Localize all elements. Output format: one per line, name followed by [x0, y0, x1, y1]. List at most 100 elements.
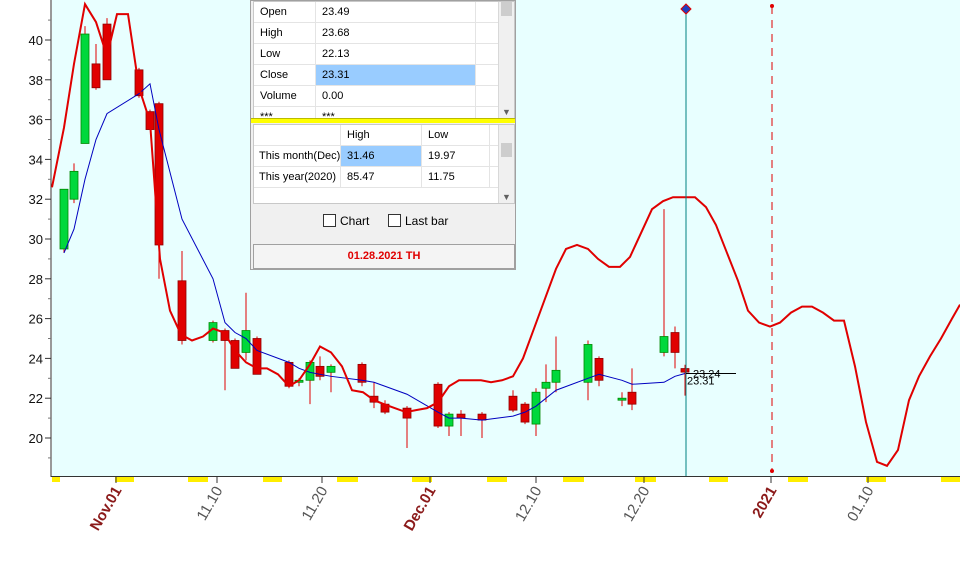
splitter-bar[interactable]: [251, 118, 515, 123]
scroll-thumb[interactable]: [501, 2, 512, 16]
x-strip-block: [412, 477, 432, 482]
chart-checkbox-label: Chart: [340, 214, 370, 228]
future-divider-bottom-marker: [770, 469, 774, 473]
x-strip-block: [52, 477, 60, 482]
quote-label: Open: [254, 2, 316, 22]
x-tick-label: 11.20: [299, 484, 332, 524]
future-divider-top-marker: [770, 4, 774, 8]
x-strip-block: [487, 477, 507, 482]
candle: [433, 382, 443, 429]
x-tick-label: Nov.01: [87, 484, 126, 534]
range-header-row: High Low: [254, 125, 514, 146]
quote-label: High: [254, 23, 316, 43]
x-strip-block: [563, 477, 584, 482]
range-header-cell: Low: [422, 125, 490, 145]
scroll-down-arrow-icon[interactable]: ▼: [499, 107, 514, 117]
quote-table-scrollbar[interactable]: ▼: [498, 2, 514, 118]
range-low: 19.97: [422, 146, 490, 166]
y-tick-label: 36: [29, 113, 43, 128]
quote-value: 23.49: [316, 2, 476, 22]
quote-info-panel: Open 23.49 High 23.68 Low 22.13 Close 23.31 Volu…: [250, 0, 516, 270]
quote-label: Volume: [254, 86, 316, 106]
range-row: This year(2020) 85.47 11.75: [254, 167, 514, 188]
x-strip-block: [635, 477, 656, 482]
candle-body: [433, 383, 443, 427]
candle-body: [456, 413, 466, 419]
range-high: 31.46: [341, 146, 422, 166]
y-tick-label: 24: [29, 351, 43, 366]
range-label: This month(Dec): [254, 146, 341, 166]
candle-body: [670, 332, 680, 353]
y-tick-label: 32: [29, 192, 43, 207]
y-tick-label: 40: [29, 33, 43, 48]
quote-label: Close: [254, 65, 316, 85]
candle-body: [59, 188, 69, 250]
checkbox-icon[interactable]: [323, 214, 336, 227]
y-tick-label: 34: [29, 152, 43, 167]
candle-body: [627, 391, 637, 405]
chart-checkbox[interactable]: Chart: [323, 214, 369, 228]
candle-body: [583, 344, 593, 383]
quote-row: High 23.68: [254, 23, 514, 44]
last-bar-checkbox[interactable]: Last bar: [388, 214, 448, 228]
x-tick-label: 01.10: [844, 484, 877, 525]
quote-row: Low 22.13: [254, 44, 514, 65]
x-strip-block: [709, 477, 728, 482]
x-axis-ticks: Nov.01 11.10 11.20 Dec.01 12.10 12.20 2021 01.1…: [87, 477, 877, 534]
range-low: 11.75: [422, 167, 490, 187]
y-axis-ticks: 20 22 24 26 28 30 32 34 36 38 40: [29, 33, 51, 446]
candle-body: [617, 397, 627, 401]
x-strip-block: [866, 477, 886, 482]
range-label: This year(2020): [254, 167, 341, 187]
x-tick-label: 2021: [749, 484, 780, 521]
candle-body: [154, 103, 164, 246]
close-price-label: 23.31: [687, 376, 715, 388]
candle-body: [508, 395, 518, 411]
x-tick-label: Dec.01: [401, 484, 440, 534]
range-high: 85.47: [341, 167, 422, 187]
y-tick-label: 22: [29, 391, 43, 406]
candle-body: [91, 63, 101, 89]
quote-value: 0.00: [316, 86, 476, 106]
scroll-down-arrow-icon[interactable]: ▼: [499, 192, 514, 202]
y-tick-label: 20: [29, 431, 43, 446]
candle: [80, 26, 90, 144]
range-table: High Low This month(Dec) 31.46 19.97 This yea…: [253, 124, 515, 204]
quote-table: Open 23.49 High 23.68 Low 22.13 Close 23.31 Volu…: [253, 1, 515, 119]
checkbox-icon[interactable]: [388, 214, 401, 227]
x-strip-block: [263, 477, 282, 482]
quote-row: Close 23.31: [254, 65, 514, 86]
cursor-date-label: 01.28.2021 TH: [253, 244, 515, 269]
y-tick-label: 26: [29, 312, 43, 327]
y-tick-label: 30: [29, 232, 43, 247]
x-tick-label: 11.10: [194, 484, 227, 524]
candle-body: [80, 33, 90, 144]
quote-value: 22.13: [316, 44, 476, 64]
candle-body: [444, 413, 454, 427]
candle-body: [659, 336, 669, 353]
x-axis-highlight-strip: [52, 477, 960, 482]
x-strip-block: [941, 477, 960, 482]
candle: [59, 188, 69, 253]
y-tick-label: 28: [29, 272, 43, 287]
candle-body: [69, 170, 79, 200]
x-tick-label: 12.20: [620, 484, 653, 525]
y-tick-label: 38: [29, 73, 43, 88]
x-strip-block: [188, 477, 208, 482]
quote-value: 23.31: [316, 65, 476, 85]
x-strip-block: [337, 477, 358, 482]
x-tick-label: 12.10: [512, 484, 545, 525]
quote-row: Open 23.49: [254, 2, 514, 23]
candle-body: [402, 407, 412, 419]
range-table-scrollbar[interactable]: ▼: [498, 125, 514, 203]
quote-label: Low: [254, 44, 316, 64]
candle-body: [541, 381, 551, 389]
quote-row: Volume 0.00: [254, 86, 514, 107]
x-strip-block: [115, 477, 134, 482]
x-strip-block: [788, 477, 808, 482]
candle-body: [594, 357, 604, 381]
last-bar-checkbox-label: Last bar: [405, 214, 449, 228]
scroll-thumb[interactable]: [501, 143, 512, 157]
range-header-cell: [254, 125, 341, 145]
quote-value: 23.68: [316, 23, 476, 43]
